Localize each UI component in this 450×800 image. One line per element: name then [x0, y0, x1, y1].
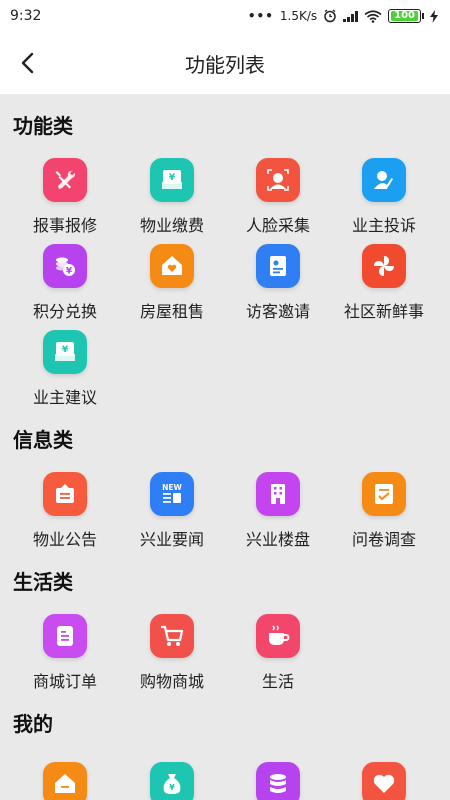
- item-label: 人脸采集: [245, 216, 310, 235]
- payment-icon: ¥: [150, 158, 194, 202]
- mine-item-favorites[interactable]: [334, 762, 434, 800]
- coins-icon: ¥: [43, 244, 87, 288]
- item-label: 社区新鲜事: [343, 302, 424, 321]
- user-edit-icon: [362, 158, 406, 202]
- tools-icon: [43, 158, 87, 202]
- function-item-owner-suggestion[interactable]: ¥ 业主建议: [15, 330, 115, 408]
- mine-item-money[interactable]: ¥: [122, 762, 222, 800]
- chevron-left-icon: [21, 52, 34, 74]
- signal-icon: [343, 10, 359, 22]
- section-title-mine: 我的: [13, 712, 53, 736]
- suggestion-icon: ¥: [43, 330, 87, 374]
- face-scan-icon: [256, 158, 300, 202]
- info-item-xingye-property[interactable]: 兴业楼盘: [228, 472, 328, 550]
- item-label: 业主建议: [32, 388, 97, 407]
- item-label: 兴业楼盘: [245, 530, 310, 549]
- info-item-xingye-news[interactable]: NEW 兴业要闻: [122, 472, 222, 550]
- alarm-icon: [324, 9, 336, 23]
- info-item-survey[interactable]: 问卷调查: [334, 472, 434, 550]
- life-item-mall-orders[interactable]: 商城订单: [15, 614, 115, 692]
- svg-text:¥: ¥: [62, 345, 69, 355]
- money-bag-icon: ¥: [150, 762, 194, 800]
- notice-icon: [43, 472, 87, 516]
- function-item-house-rental[interactable]: 房屋租售: [122, 244, 222, 322]
- heart-icon: [362, 762, 406, 800]
- item-label: 房屋租售: [139, 302, 204, 321]
- item-label: 积分兑换: [32, 302, 97, 321]
- svg-text:¥: ¥: [66, 267, 73, 277]
- network-speed: 1.5K/s: [279, 9, 318, 23]
- function-item-visitor-invite[interactable]: 访客邀请: [228, 244, 328, 322]
- item-label: 生活: [261, 672, 294, 691]
- battery-icon: 100: [388, 9, 424, 23]
- item-label: 物业公告: [32, 530, 97, 549]
- mine-item-house[interactable]: [15, 762, 115, 800]
- cart-icon: [150, 614, 194, 658]
- house-heart-icon: [150, 244, 194, 288]
- database-icon: [256, 762, 300, 800]
- section-title-functions: 功能类: [13, 114, 73, 138]
- wifi-icon: [364, 9, 382, 23]
- item-label: 业主投诉: [351, 216, 416, 235]
- item-label: 问卷调查: [351, 530, 416, 549]
- item-label: 购物商城: [139, 672, 204, 691]
- status-bar: 9:32 ••• 1.5K/s 100: [0, 0, 450, 32]
- svg-text:¥: ¥: [169, 783, 175, 792]
- nav-bar: 功能列表: [0, 32, 450, 94]
- info-item-property-notice[interactable]: 物业公告: [15, 472, 115, 550]
- page-title: 功能列表: [185, 52, 265, 77]
- building-icon: [256, 472, 300, 516]
- item-label: 商城订单: [32, 672, 97, 691]
- life-item-shopping-mall[interactable]: 购物商城: [122, 614, 222, 692]
- svg-text:¥: ¥: [169, 173, 176, 183]
- more-dots-icon: •••: [247, 9, 274, 23]
- item-label: 物业缴费: [139, 216, 204, 235]
- my-house-icon: [43, 762, 87, 800]
- function-list: 功能类 报事报修 ¥ 物业缴费 人脸采集 业主投诉 ¥ 积分兑换 房屋租售 访客…: [0, 94, 450, 800]
- item-label: 访客邀请: [245, 302, 310, 321]
- battery-level: 100: [391, 11, 418, 21]
- back-button[interactable]: [14, 50, 40, 76]
- order-icon: [43, 614, 87, 658]
- life-item-life[interactable]: 生活: [228, 614, 328, 692]
- function-item-community-news[interactable]: 社区新鲜事: [334, 244, 434, 322]
- mine-item-points[interactable]: [228, 762, 328, 800]
- news-icon: NEW: [150, 472, 194, 516]
- function-item-owner-complaint[interactable]: 业主投诉: [334, 158, 434, 236]
- pinwheel-icon: [362, 244, 406, 288]
- function-item-face-capture[interactable]: 人脸采集: [228, 158, 328, 236]
- function-item-points-exchange[interactable]: ¥ 积分兑换: [15, 244, 115, 322]
- survey-icon: [362, 472, 406, 516]
- section-title-life: 生活类: [13, 570, 73, 594]
- item-label: 兴业要闻: [139, 530, 204, 549]
- section-title-info: 信息类: [13, 428, 73, 452]
- function-item-property-payment[interactable]: ¥ 物业缴费: [122, 158, 222, 236]
- status-indicators: ••• 1.5K/s 100: [248, 9, 438, 23]
- coffee-icon: [256, 614, 300, 658]
- item-label: 报事报修: [32, 216, 97, 235]
- status-time: 9:32: [10, 8, 42, 24]
- svg-text:NEW: NEW: [162, 483, 182, 492]
- charging-icon: [430, 9, 438, 23]
- function-item-repair[interactable]: 报事报修: [15, 158, 115, 236]
- contact-card-icon: [256, 244, 300, 288]
